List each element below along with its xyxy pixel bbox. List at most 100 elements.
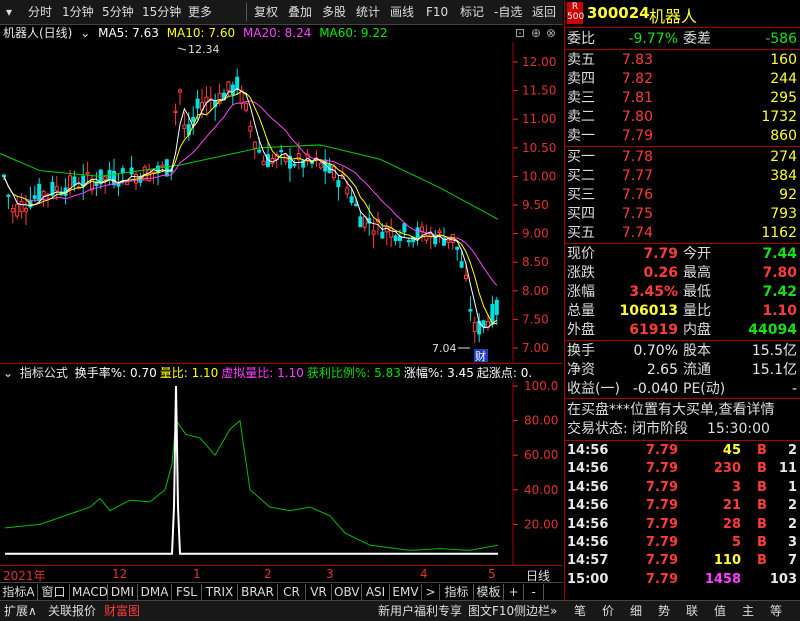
btn-adjust[interactable]: 复权 [254,4,278,20]
bid-price[interactable]: 7.74 [622,224,653,243]
fund-label: 收益(一) [567,381,620,397]
ma10-label: MA10: 7.60 [166,26,236,40]
sidebar-toggle[interactable]: 侧边栏» [514,603,557,619]
btn-watchlist[interactable]: -自选 [494,4,522,20]
chart-expand-icon[interactable]: ▾ [6,4,12,20]
indicator-tab[interactable]: DMI [108,584,138,600]
related-quote-tab[interactable]: 关联报价 [48,603,96,619]
indicator-tab[interactable]: CR [278,584,306,600]
stat-value: 61919 [629,322,678,338]
fund-value: -0.040 [632,381,678,397]
btn-overlay[interactable]: 叠加 [288,4,312,20]
candle-body [125,181,130,186]
fund-value: - [791,381,797,397]
btn-f10[interactable]: F10 [426,4,448,20]
fund-value: 2.65 [646,362,678,378]
btn-draw[interactable]: 画线 [390,4,414,20]
stat-value: 1.10 [762,303,797,319]
add-icon[interactable]: ⊕ [531,24,541,42]
panel-switch-button[interactable]: 势 [658,603,670,619]
f10-button[interactable]: 图文F10 [468,603,514,619]
tick-count: 2 [787,516,797,532]
ask-volume: 244 [770,71,797,87]
indicator-tab[interactable]: + [504,584,524,600]
tab-1min[interactable]: 1分钟 [62,4,94,20]
indicator-tab[interactable]: EMV [390,584,422,600]
btn-multistock[interactable]: 多股 [322,4,346,20]
candle-body [494,299,499,315]
panel-switch-button[interactable]: 等 [770,603,782,619]
bid-price[interactable]: 7.77 [622,167,653,186]
tick-count: 3 [787,535,797,550]
settings-icon[interactable]: ⊡ [515,24,525,42]
tab-5min[interactable]: 5分钟 [102,4,134,20]
date-axis: 2021年 12 1 2 3 4 5 日线 [0,565,563,583]
tick-row: 14:56 7.79 230 B 11 [565,460,800,478]
bid-volume: 384 [770,168,797,184]
candle-body [182,124,187,129]
panel-switch-button[interactable]: 主 [742,603,754,619]
panel-switch-button[interactable]: 细 [630,603,642,619]
ma-legend: 机器人(日线) ⌄ MA5: 7.63 MA10: 7.60 MA20: 8.2… [0,24,563,42]
expand-button[interactable]: 扩展∧ [4,603,37,619]
tab-intraday[interactable]: 分时 [28,4,52,20]
tick-row: 14:57 7.79 110 B 7 [565,552,800,570]
big-order-notice[interactable]: 在买盘***位置有大买单,查看详情 [567,401,774,420]
ask-level-label: 卖二 [567,109,595,125]
close-icon[interactable]: ⊗ [546,24,556,42]
price-chart[interactable]: 12.00 11.50 11.00 10.50 10.00 9.50 9.00 8.50 8.0… [0,42,563,362]
tick-side: B [757,443,767,458]
chevron-down-icon[interactable]: ⌄ [3,366,13,380]
ask-level-label: 卖一 [567,128,595,144]
stat-value: 106013 [619,303,678,319]
panel-switch-button[interactable]: 价 [602,603,614,619]
ask-volume: 860 [770,128,797,144]
bid-price[interactable]: 7.78 [622,148,653,167]
fund-label: 净资 [567,362,595,378]
price-tick: 8.00 [522,284,549,298]
indicator-tab[interactable]: 指标B [440,584,474,615]
chevron-down-icon[interactable]: ⌄ [80,26,90,40]
indicator-tab[interactable]: OBV [332,584,362,600]
ask-price[interactable]: 7.79 [622,127,653,146]
ask-price[interactable]: 7.80 [622,108,653,127]
indicator-tab[interactable]: MACD [70,584,108,600]
btn-stats[interactable]: 统计 [356,4,380,20]
ask-price[interactable]: 7.81 [622,89,653,108]
indicator-tab[interactable]: 模板 [474,584,504,600]
tab-more[interactable]: 更多 [188,4,212,20]
panel-switch-button[interactable]: 笔 [574,603,586,619]
date-label: 4 [420,567,428,581]
promo-link[interactable]: 新用户福利专享 [378,603,462,619]
finance-badge[interactable]: 财 [475,349,486,362]
indicator-tab[interactable]: > [422,584,440,600]
indicator-tab[interactable]: BRAR [238,584,278,600]
tab-15min[interactable]: 15分钟 [142,4,181,20]
date-label: 12 [112,567,128,581]
indicator-tab[interactable]: - [524,584,544,600]
btn-mark[interactable]: 标记 [460,4,484,20]
btn-back[interactable]: 返回 [532,4,556,20]
panel-switch-button[interactable]: 联 [686,603,698,619]
bid-price[interactable]: 7.75 [622,205,653,224]
indicator-tab[interactable]: VR [306,584,332,600]
panel-switch-button[interactable]: 值 [714,603,726,619]
indicator-tab[interactable]: TRIX [202,584,238,600]
candle-body [468,308,473,312]
tick-volume: 1458 [704,571,741,587]
wealth-chart-tab[interactable]: 财富图 [104,603,140,619]
indicator-tab[interactable]: DMA [138,584,172,600]
indicator-chart[interactable]: 100.0 80.00 60.00 40.00 20.00 [0,381,563,565]
ask-price[interactable]: 7.83 [622,51,653,70]
candle-body [420,226,424,232]
bid-price[interactable]: 7.76 [622,186,653,205]
indicator-tab[interactable]: 指标A [0,584,38,600]
indicator-tab[interactable]: 窗口 [38,584,70,600]
chart-title: 机器人(日线) [3,26,73,40]
indicator-tab[interactable]: ASI [362,584,390,600]
candle-body [112,170,116,186]
tick-volume: 5 [731,535,741,550]
indicator-tab[interactable]: FSL [172,584,202,600]
ask-price[interactable]: 7.82 [622,70,653,89]
candle-body [252,141,257,149]
